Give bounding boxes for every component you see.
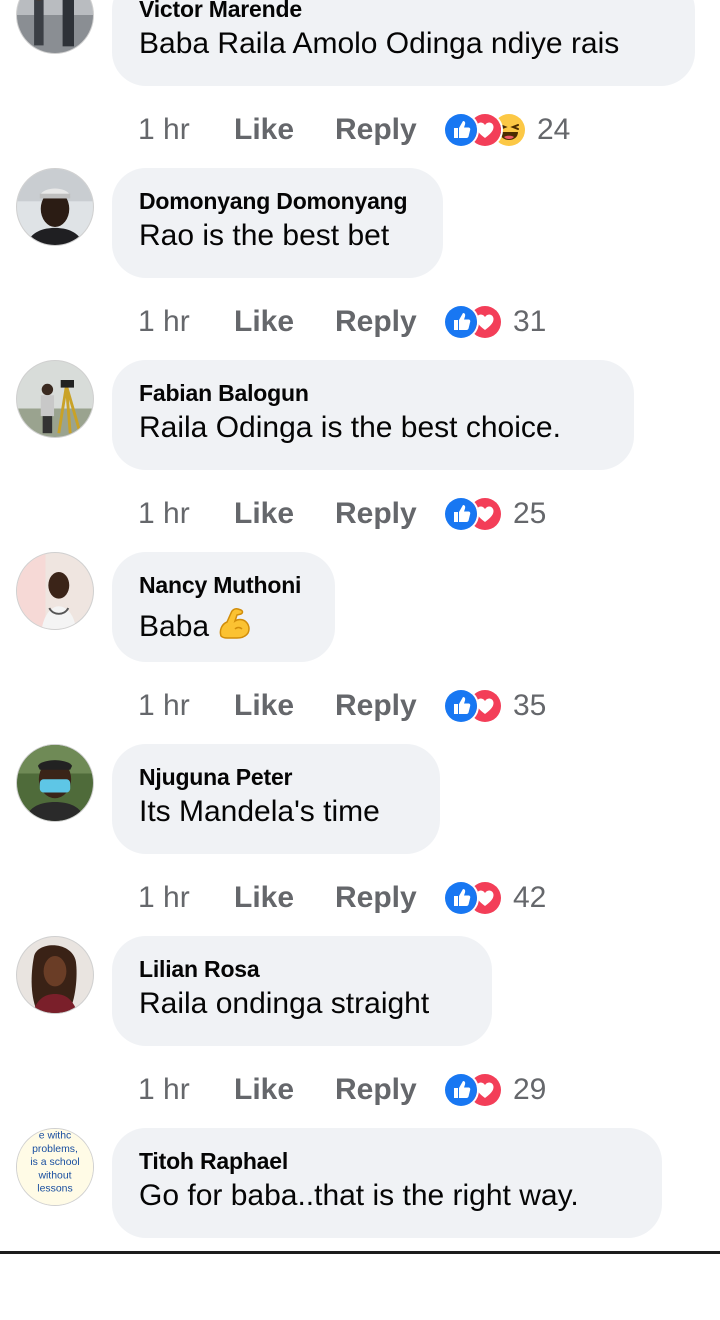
- comment-time[interactable]: 1 hr: [138, 305, 234, 339]
- comment-author[interactable]: Njuguna Peter: [139, 764, 412, 790]
- comment-author[interactable]: Titoh Raphael: [139, 1148, 634, 1174]
- comment-item: Njuguna Peter Its Mandela's time 1 hr Li…: [0, 744, 720, 936]
- reply-button[interactable]: Reply: [335, 497, 443, 531]
- like-button[interactable]: Like: [234, 305, 335, 339]
- avatar-text-line: problems,: [32, 1144, 78, 1155]
- comment-time[interactable]: 1 hr: [138, 689, 234, 723]
- avatar-text-line: is a school: [30, 1157, 79, 1168]
- like-button[interactable]: Like: [234, 497, 335, 531]
- comment-item: Nancy Muthoni Baba 1 hr Like Reply 35: [0, 552, 720, 744]
- reply-button[interactable]: Reply: [335, 1073, 443, 1107]
- comment-author[interactable]: Nancy Muthoni: [139, 572, 307, 598]
- avatar[interactable]: [16, 168, 94, 246]
- comment-bubble: Titoh Raphael Go for baba..that is the r…: [112, 1128, 662, 1238]
- avatar[interactable]: [16, 552, 94, 630]
- comment-text: Baba: [139, 602, 307, 645]
- comment-author[interactable]: Domonyang Domonyang: [139, 188, 415, 214]
- comment-actions: 1 hr Like Reply 42: [138, 878, 546, 918]
- reply-button[interactable]: Reply: [335, 881, 443, 915]
- avatar[interactable]: [16, 0, 94, 54]
- comment-list: Victor Marende Baba Raila Amolo Odinga n…: [0, 0, 720, 1254]
- comment-item: Fabian Balogun Raila Odinga is the best …: [0, 360, 720, 552]
- reaction-summary[interactable]: 29: [443, 1072, 546, 1108]
- reply-button[interactable]: Reply: [335, 113, 443, 147]
- reaction-count: 25: [513, 497, 547, 530]
- comment-bubble: Victor Marende Baba Raila Amolo Odinga n…: [112, 0, 695, 86]
- comment-time[interactable]: 1 hr: [138, 1073, 234, 1107]
- comment-text: Its Mandela's time: [139, 795, 380, 828]
- reply-button[interactable]: Reply: [335, 305, 443, 339]
- comment-bubble: Lilian Rosa Raila ondinga straight: [112, 936, 492, 1046]
- like-icon: [443, 688, 479, 724]
- comment-actions: 1 hr Like Reply 24: [138, 110, 570, 150]
- like-button[interactable]: Like: [234, 881, 335, 915]
- avatar[interactable]: [16, 936, 94, 1014]
- comment-text: Baba Raila Amolo Odinga ndiye rais: [139, 27, 620, 60]
- comment-author[interactable]: Lilian Rosa: [139, 956, 464, 982]
- reaction-count: 42: [513, 881, 547, 914]
- reply-button[interactable]: Reply: [335, 689, 443, 723]
- like-icon: [443, 1072, 479, 1108]
- reaction-summary[interactable]: 24: [443, 112, 570, 148]
- reaction-summary[interactable]: 42: [443, 880, 546, 916]
- comment-bubble: Domonyang Domonyang Rao is the best bet: [112, 168, 443, 278]
- flexed-biceps-emoji: [215, 602, 255, 642]
- reaction-count: 24: [537, 113, 571, 146]
- comment-author[interactable]: Victor Marende: [139, 0, 667, 22]
- comment-time[interactable]: 1 hr: [138, 113, 234, 147]
- avatar[interactable]: [16, 744, 94, 822]
- like-button[interactable]: Like: [234, 1073, 335, 1107]
- comment-actions: 1 hr Like Reply 25: [138, 494, 546, 534]
- avatar-text-line: without: [37, 1170, 71, 1181]
- comment-text: Rao is the best bet: [139, 219, 390, 252]
- comment-actions: 1 hr Like Reply 29: [138, 1070, 546, 1110]
- like-button[interactable]: Like: [234, 689, 335, 723]
- reaction-summary[interactable]: 35: [443, 688, 546, 724]
- comment-bubble: Fabian Balogun Raila Odinga is the best …: [112, 360, 634, 470]
- avatar-text-line: lessons: [37, 1184, 72, 1195]
- avatar[interactable]: [16, 360, 94, 438]
- like-icon: [443, 112, 479, 148]
- reaction-count: 31: [513, 305, 547, 338]
- comment-author[interactable]: Fabian Balogun: [139, 380, 606, 406]
- comment-actions: 1 hr Like Reply 31: [138, 302, 546, 342]
- avatar[interactable]: e withc problems, is a school without le…: [16, 1128, 94, 1206]
- avatar-text-line: e withc: [39, 1131, 72, 1142]
- comment-actions: 1 hr Like Reply 35: [138, 686, 546, 726]
- comment-text: Go for baba..that is the right way.: [139, 1179, 579, 1212]
- like-icon: [443, 496, 479, 532]
- comment-time[interactable]: 1 hr: [138, 881, 234, 915]
- comment-item: Domonyang Domonyang Rao is the best bet …: [0, 168, 720, 360]
- like-button[interactable]: Like: [234, 113, 335, 147]
- like-icon: [443, 880, 479, 916]
- comment-bubble: Nancy Muthoni Baba: [112, 552, 335, 662]
- comment-text-content: Baba: [139, 610, 210, 643]
- reaction-summary[interactable]: 31: [443, 304, 546, 340]
- reaction-summary[interactable]: 25: [443, 496, 546, 532]
- comment-item: Victor Marende Baba Raila Amolo Odinga n…: [0, 0, 720, 168]
- like-icon: [443, 304, 479, 340]
- comment-item: e withc problems, is a school without le…: [0, 1128, 720, 1320]
- reaction-count: 29: [513, 1073, 547, 1106]
- comment-bubble: Njuguna Peter Its Mandela's time: [112, 744, 440, 854]
- comment-time[interactable]: 1 hr: [138, 497, 234, 531]
- reaction-count: 35: [513, 689, 547, 722]
- comment-text: Raila ondinga straight: [139, 987, 430, 1020]
- comment-item: Lilian Rosa Raila ondinga straight 1 hr …: [0, 936, 720, 1128]
- comment-text: Raila Odinga is the best choice.: [139, 411, 561, 444]
